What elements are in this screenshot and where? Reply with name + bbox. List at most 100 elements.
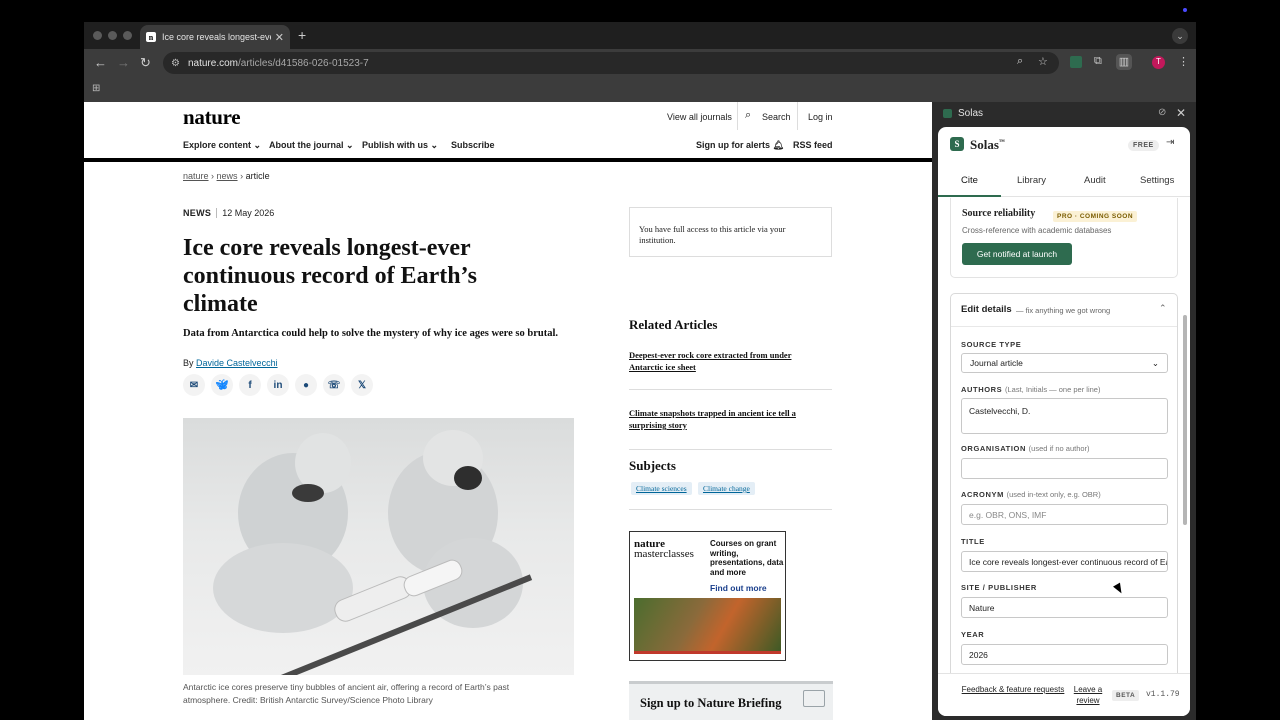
year-input[interactable]: 2026: [961, 644, 1168, 665]
ad-cta[interactable]: Find out more: [710, 583, 767, 593]
publisher-label: SITE / PUBLISHER: [961, 583, 1037, 592]
app-name: Solas™: [970, 137, 1005, 152]
footer-separator: ·: [1062, 686, 1065, 695]
bookmarks-bar: ⊞: [84, 78, 1196, 102]
author-link[interactable]: Davide Castelvecchi: [196, 358, 278, 368]
header-rule: [84, 158, 932, 162]
rss-feed-link[interactable]: RSS feed: [793, 140, 833, 150]
scrollbar[interactable]: [1183, 315, 1187, 525]
close-tab-icon[interactable]: ✕: [275, 31, 284, 44]
subjects-heading: Subjects: [629, 458, 676, 473]
feedback-link[interactable]: Feedback & feature requests: [958, 684, 1068, 695]
apps-grid-icon[interactable]: ⊞: [92, 84, 102, 94]
solas-extension-icon[interactable]: [1070, 56, 1082, 68]
site-info-icon[interactable]: ⚙: [171, 58, 180, 69]
bell-icon: 🔔︎: [772, 140, 784, 150]
edit-details-section: Edit details — fix anything we got wrong…: [950, 293, 1178, 673]
acronym-input[interactable]: e.g. OBR, ONS, IMF: [961, 504, 1168, 525]
source-type-label: SOURCE TYPE: [961, 340, 1022, 349]
organisation-label: ORGANISATION (used if no author): [961, 444, 1090, 453]
masterclasses-ad[interactable]: nature masterclasses Courses on grant wr…: [629, 531, 786, 661]
organisation-input[interactable]: [961, 458, 1168, 479]
tab-cite[interactable]: Cite: [961, 175, 978, 186]
leave-review-link[interactable]: Leave a review: [1068, 684, 1108, 706]
tab-search-chevron-icon[interactable]: ⌄: [1172, 28, 1188, 44]
breadcrumb: nature › news › article: [183, 171, 270, 181]
search-link[interactable]: Search: [762, 112, 791, 122]
source-reliability-card: Source reliability PRO · COMING SOON Cro…: [950, 198, 1178, 278]
reload-icon[interactable]: ↻: [140, 55, 151, 71]
subject-chip[interactable]: Climate sciences: [631, 482, 692, 495]
breadcrumb-news[interactable]: news: [217, 171, 238, 181]
zoom-icon[interactable]: ⌕: [1017, 55, 1023, 68]
browser-menu-icon[interactable]: ⋮: [1178, 55, 1189, 68]
breadcrumb-article: article: [245, 171, 270, 181]
ad-copy: Courses on grant writing, presentations,…: [710, 539, 784, 577]
address-bar[interactable]: ⚙ nature.com/articles/d41586-026-01523-7: [163, 52, 1059, 74]
chevron-up-icon[interactable]: ⌃: [1159, 303, 1167, 314]
divider: [629, 509, 832, 510]
version-label: v1.1.79: [1146, 690, 1180, 699]
cite-scroll-area[interactable]: Source reliability PRO · COMING SOON Cro…: [938, 198, 1190, 673]
logout-icon[interactable]: ⇥: [1166, 137, 1174, 148]
breadcrumb-nature[interactable]: nature: [183, 171, 209, 181]
recording-indicator: [1183, 8, 1187, 12]
close-window-button[interactable]: [93, 31, 102, 40]
briefing-signup[interactable]: Sign up to Nature Briefing: [629, 681, 833, 720]
linkedin-share-icon[interactable]: in: [267, 374, 289, 396]
reddit-share-icon[interactable]: ●: [295, 374, 317, 396]
related-article-link[interactable]: Deepest-ever rock core extracted from un…: [629, 349, 819, 373]
nature-logo[interactable]: nature: [183, 105, 241, 130]
nav-explore-content[interactable]: Explore content ⌄: [183, 140, 261, 151]
related-article-link[interactable]: Climate snapshots trapped in ancient ice…: [629, 407, 819, 431]
edit-details-heading[interactable]: Edit details: [961, 304, 1012, 315]
nav-publish-with-us[interactable]: Publish with us ⌄: [362, 140, 438, 151]
beta-badge: BETA: [1112, 690, 1140, 701]
tab-settings[interactable]: Settings: [1140, 175, 1174, 186]
browser-window: n Ice core reveals longest-ever c ✕ + ⌄ …: [84, 22, 1196, 720]
chevron-down-icon: ⌄: [1151, 357, 1159, 368]
source-type-select[interactable]: Journal article ⌄: [961, 353, 1168, 373]
bookmark-star-icon[interactable]: ☆: [1038, 55, 1048, 68]
tab-library[interactable]: Library: [1017, 175, 1046, 186]
new-tab-icon[interactable]: +: [298, 27, 306, 43]
bluesky-share-icon[interactable]: 🦋︎: [211, 374, 233, 396]
profile-avatar[interactable]: T: [1152, 56, 1165, 69]
tab-strip: n Ice core reveals longest-ever c ✕ + ⌄: [84, 22, 1196, 49]
nav-about-journal[interactable]: About the journal ⌄: [269, 140, 354, 151]
title-input[interactable]: Ice core reveals longest-ever continuous…: [961, 551, 1168, 572]
url-path: /articles/d41586-026-01523-7: [238, 57, 369, 69]
alerts-link[interactable]: Sign up for alerts 🔔︎: [696, 140, 784, 151]
facebook-share-icon[interactable]: f: [239, 374, 261, 396]
maximize-window-button[interactable]: [123, 31, 132, 40]
article-date: 12 May 2026: [222, 208, 275, 218]
browser-tab[interactable]: n Ice core reveals longest-ever c ✕: [140, 25, 290, 49]
side-panel-icon[interactable]: ▥: [1116, 54, 1132, 70]
notify-launch-button[interactable]: Get notified at launch: [962, 243, 1072, 265]
subject-chip[interactable]: Climate change: [698, 482, 755, 495]
view-all-journals-link[interactable]: View all journals: [667, 112, 732, 122]
tab-audit[interactable]: Audit: [1084, 175, 1106, 186]
publisher-input[interactable]: Nature: [961, 597, 1168, 618]
search-icon[interactable]: ⌕: [745, 109, 751, 122]
chevron-down-icon: ⌄: [346, 140, 354, 150]
related-articles-heading: Related Articles: [629, 317, 718, 332]
browser-toolbar: ← → ↻ ⚙ nature.com/articles/d41586-026-0…: [84, 49, 1196, 78]
solas-logo-icon: S: [950, 137, 964, 151]
unpin-icon[interactable]: ⊘: [1158, 107, 1166, 118]
ad-brand-sub: masterclasses: [634, 548, 694, 560]
nav-subscribe[interactable]: Subscribe: [451, 140, 495, 150]
solas-favicon-icon: [943, 109, 952, 118]
back-arrow-icon[interactable]: ←: [94, 55, 107, 70]
close-panel-icon[interactable]: ✕: [1176, 106, 1186, 120]
minimize-window-button[interactable]: [108, 31, 117, 40]
whatsapp-share-icon[interactable]: ☏: [323, 374, 345, 396]
extensions-puzzle-icon[interactable]: ⧉: [1094, 55, 1102, 68]
login-link[interactable]: Log in: [808, 112, 833, 122]
forward-arrow-icon[interactable]: →: [117, 55, 130, 70]
email-share-icon[interactable]: ✉: [183, 374, 205, 396]
divider: [629, 449, 832, 450]
authors-textarea[interactable]: Castelvecchi, D.: [961, 398, 1168, 434]
x-share-icon[interactable]: 𝕏: [351, 374, 373, 396]
plan-badge: FREE: [1128, 140, 1159, 151]
